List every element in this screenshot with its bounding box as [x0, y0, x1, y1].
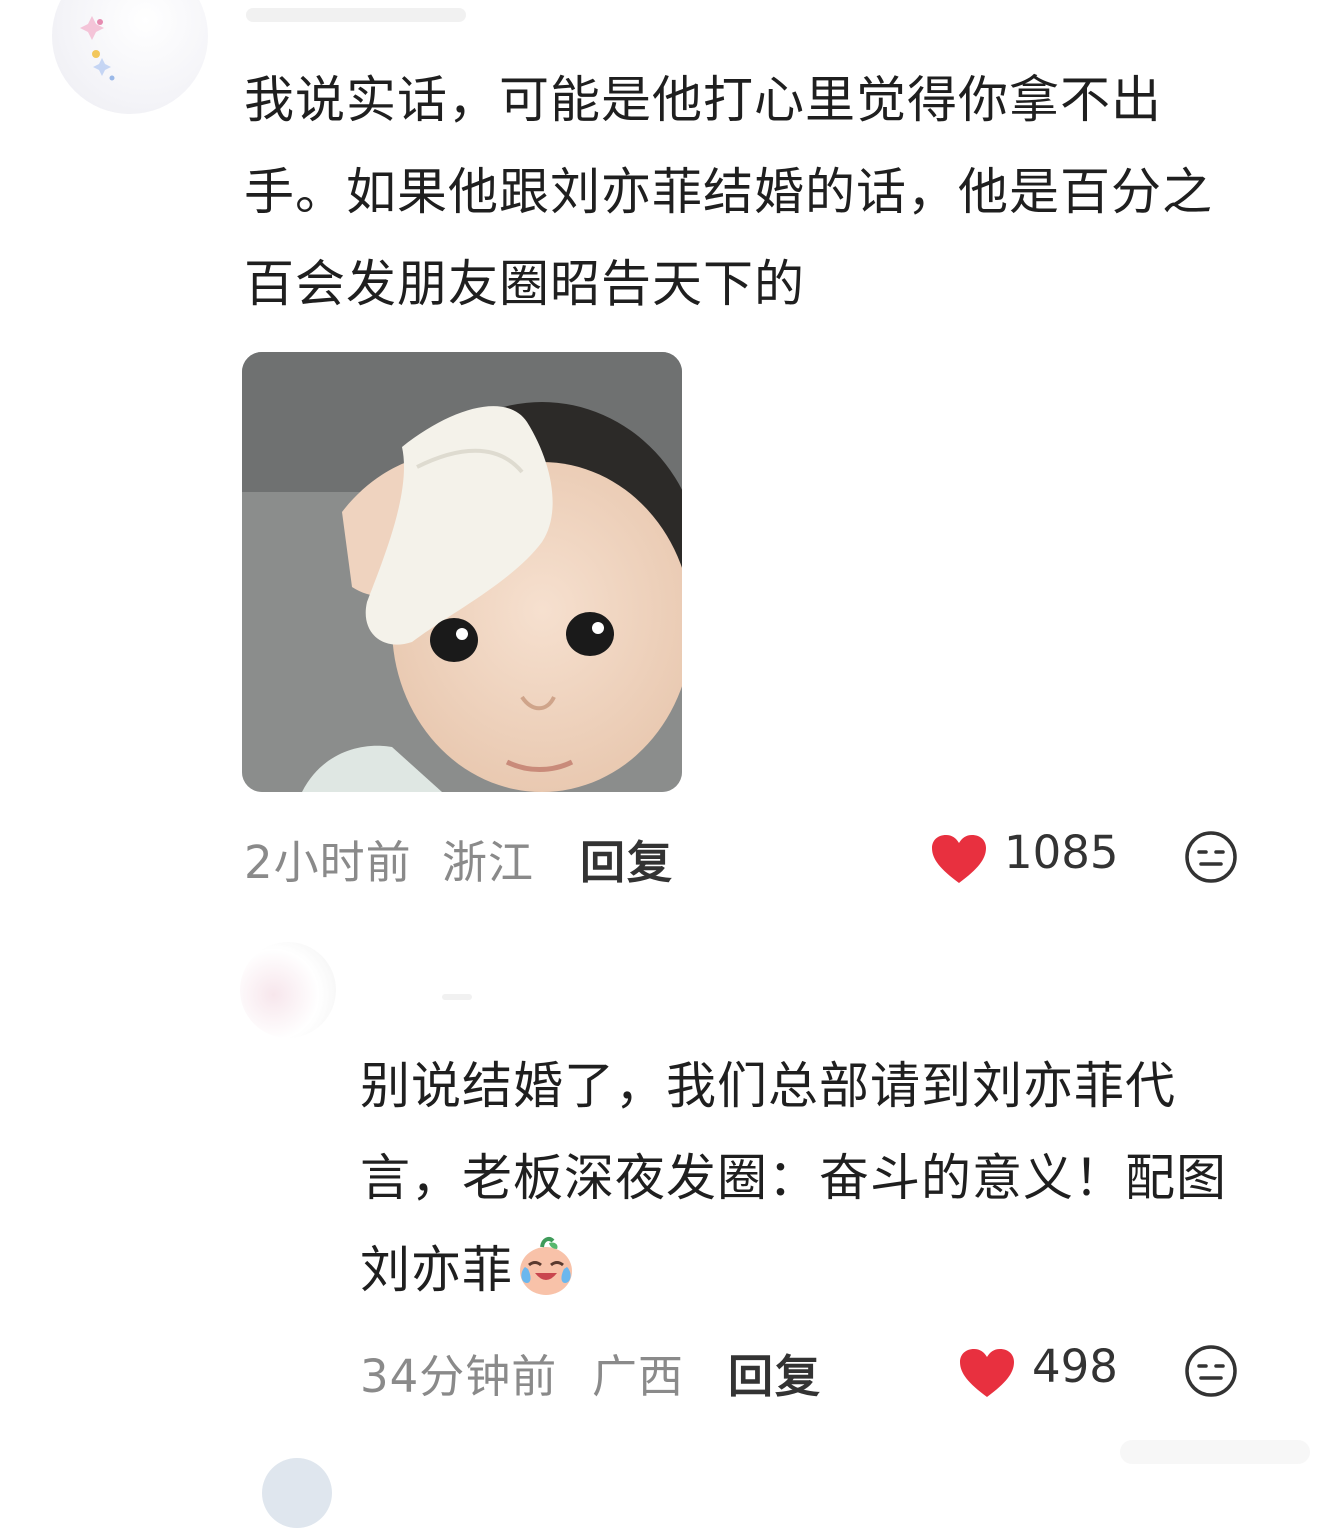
crying-laughing-emoji: [520, 1237, 572, 1295]
reply-comment-text: 别说结婚了，我们总部请到刘亦菲代言，老板深夜发圈：奋斗的意义！配图刘亦菲: [360, 1040, 1260, 1316]
reply-button[interactable]: 回复: [580, 826, 674, 891]
comment-location: 浙江: [442, 836, 535, 889]
reply-comment-body: 别说结婚了，我们总部请到刘亦菲代言，老板深夜发圈：奋斗的意义！配图刘亦菲: [360, 1057, 1227, 1299]
comment-text: 我说实话，可能是他打心里觉得你拿不出手。如果他跟刘亦菲结婚的话，他是百分之百会发…: [244, 71, 1213, 313]
reply-commenter-name[interactable]: [442, 994, 472, 1000]
like-count: 498: [1032, 1340, 1118, 1393]
reply-button[interactable]: 回复: [728, 1340, 822, 1405]
commenter-name[interactable]: [246, 8, 466, 22]
heart-icon[interactable]: [930, 833, 988, 885]
reply-time: 34分钟前: [360, 1350, 558, 1403]
reply-location: 广西: [592, 1350, 685, 1403]
commenter-avatar[interactable]: [52, 0, 208, 114]
like-count: 1085: [1004, 826, 1119, 879]
next-commenter-avatar[interactable]: [262, 1458, 332, 1528]
comment-time: 2小时前: [244, 836, 412, 889]
neutral-face-icon[interactable]: [1184, 1344, 1238, 1398]
reply-commenter-avatar[interactable]: [240, 942, 336, 1038]
heart-icon[interactable]: [958, 1347, 1016, 1399]
watermark-icon: [1120, 1440, 1310, 1464]
baby-with-towel-photo[interactable]: [242, 352, 682, 792]
avatar-sparkle-icon: [80, 16, 115, 81]
neutral-face-icon[interactable]: [1184, 830, 1238, 884]
